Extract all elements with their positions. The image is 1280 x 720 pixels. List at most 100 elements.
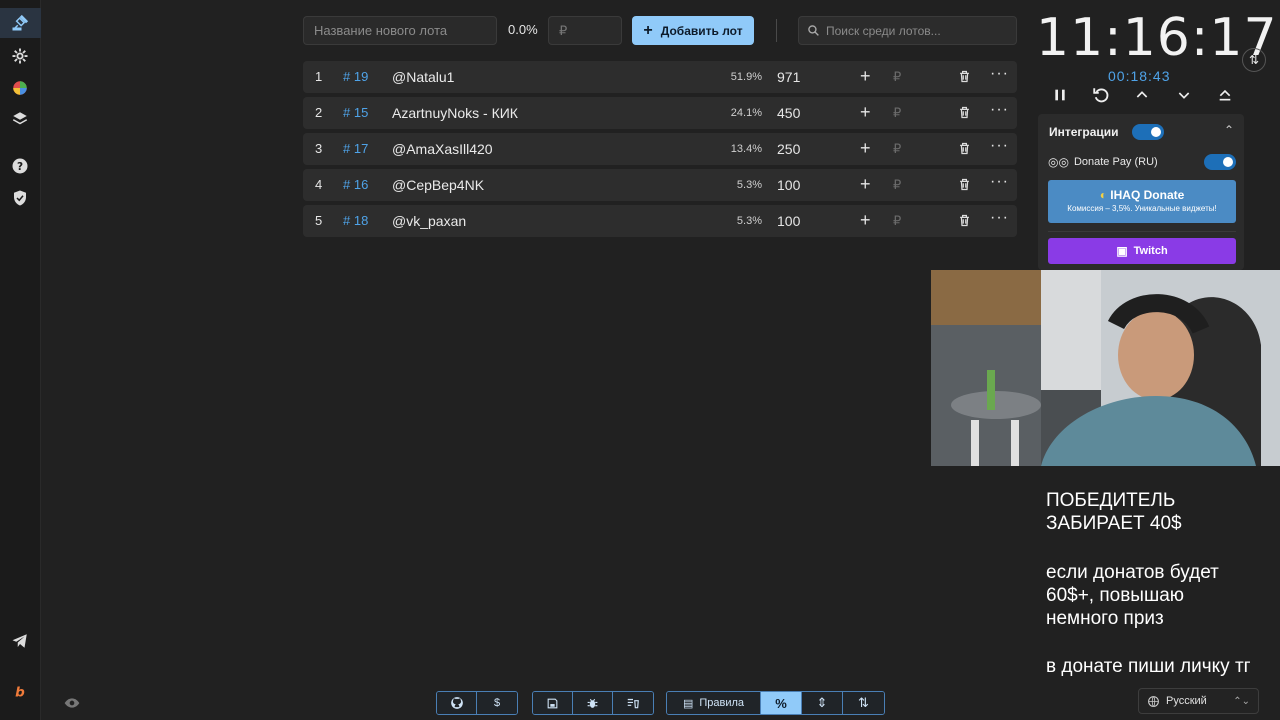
lot-amount: 971 [777,69,801,85]
delete-trash-icon[interactable] [957,141,972,159]
lot-search-input[interactable]: Поиск среди лотов... [798,16,1017,45]
lot-name[interactable]: @CepBep4NK [392,177,484,193]
chevron-up-icon[interactable] [1131,84,1153,106]
language-select[interactable]: Русский ⌃⌄ [1138,688,1259,714]
sort-icon[interactable]: ⇅ [843,692,884,714]
lot-id: # 18 [343,213,369,228]
lot-row: 4 # 16 @CepBep4NK 5.3% 100 + ₽ ··· [303,169,1017,201]
add-amount-plus-icon[interactable]: + [860,67,871,85]
lot-index: 1 [315,69,323,84]
add-amount-plus-icon[interactable]: + [860,175,871,193]
new-lot-percent: 0.0% [508,22,538,37]
pause-icon[interactable] [1049,84,1071,106]
twitch-button[interactable]: ▣ Twitch [1048,238,1236,264]
compact-view-icon[interactable]: ⇕ [802,692,843,714]
view-button-group: ▤ Правила % ⇕ ⇅ [666,691,885,715]
add-lot-button[interactable]: + Добавить лот [632,16,754,45]
overlay-line-4: 60$+, повышаю [1046,585,1185,606]
rules-button[interactable]: ▤ Правила [667,692,761,714]
lot-currency[interactable]: ₽ [893,177,901,193]
plus-icon: + [643,21,653,39]
globe-icon [1148,695,1159,707]
more-options-icon[interactable]: ··· [990,209,1009,227]
delete-trash-icon[interactable] [957,177,972,195]
ihaq-donate-button[interactable]: ◐ IHAQ Donate Комиссия – 3,5%. Уникальны… [1048,180,1236,223]
integrations-title: Интеграции [1049,125,1119,139]
lot-name[interactable]: @Natalu1 [392,69,454,85]
auction-hammer-icon[interactable] [10,13,30,33]
swap-timer-icon[interactable]: ⇅ [1242,48,1266,72]
brand-logo-icon[interactable]: b [10,682,30,702]
rules-label: Правила [699,697,745,709]
lot-id: # 19 [343,69,369,84]
layers-icon[interactable] [10,109,30,129]
lot-percent: 5.3% [736,179,762,191]
lot-index: 3 [315,141,323,156]
add-amount-plus-icon[interactable]: + [860,103,871,121]
telegram-icon[interactable] [10,631,30,651]
stats-pie-icon[interactable] [10,78,30,98]
lot-row: 1 # 19 @Natalu1 51.9% 971 + ₽ ··· [303,61,1017,93]
lot-currency[interactable]: ₽ [893,105,901,121]
more-options-icon[interactable]: ··· [990,65,1009,83]
percent-toggle-icon[interactable]: % [761,692,802,714]
lot-currency[interactable]: ₽ [893,213,901,229]
new-lot-name-input[interactable] [303,16,497,45]
donate-pay-logo-icon: ◎◎ [1048,155,1069,169]
lot-currency[interactable]: ₽ [893,141,901,157]
lot-name[interactable]: AzartnuyNoks - КИК [392,105,518,121]
help-question-icon[interactable]: ? [10,156,30,176]
twitch-icon: ▣ [1116,244,1128,258]
overlay-line-3: если донатов будет [1046,562,1219,583]
more-options-icon[interactable]: ··· [990,137,1009,155]
twitch-label: Twitch [1133,245,1168,257]
bug-icon[interactable] [573,692,613,714]
donate-dollar-icon[interactable]: $ [477,692,517,714]
github-icon[interactable] [437,692,477,714]
lot-amount: 450 [777,105,801,121]
delete-trash-icon[interactable] [957,213,972,231]
lot-percent: 51.9% [730,71,762,83]
links-button-group: $ [436,691,518,715]
sidebar: ? b [0,0,41,720]
new-lot-amount-input[interactable] [548,16,622,45]
ihaq-subtitle: Комиссия – 3,5%. Уникальные виджеты! [1067,204,1217,213]
lots-list: 1 # 19 @Natalu1 51.9% 971 + ₽ ··· 2 # 15… [303,61,1017,241]
visibility-eye-icon[interactable] [64,695,82,713]
more-options-icon[interactable]: ··· [990,173,1009,191]
donate-pay-label: Donate Pay (RU) [1073,156,1158,168]
lot-currency[interactable]: ₽ [893,69,901,85]
ihaq-title-row: ◐ IHAQ Donate [1048,188,1236,202]
delete-trash-icon[interactable] [957,69,972,87]
chevron-down-icon[interactable] [1173,84,1195,106]
lot-id: # 15 [343,105,369,120]
overlay-line-6: в донате пиши личку тг [1046,656,1251,677]
save-icon[interactable] [533,692,573,714]
more-options-icon[interactable]: ··· [990,101,1009,119]
donate-pay-toggle[interactable] [1204,154,1236,170]
shield-check-icon[interactable] [10,188,30,208]
add-amount-plus-icon[interactable]: + [860,139,871,157]
search-icon [808,25,819,36]
delete-trash-icon[interactable] [957,105,972,123]
toolbar-divider [776,19,777,42]
double-up-icon[interactable] [1214,84,1236,106]
add-amount-plus-icon[interactable]: + [860,211,871,229]
lot-name[interactable]: @vk_paxan [392,213,466,229]
reset-icon[interactable] [1090,84,1112,106]
lot-index: 2 [315,105,323,120]
collapse-chevron-icon[interactable]: ⌃ [1224,123,1234,137]
search-placeholder: Поиск среди лотов... [826,23,941,38]
integrations-toggle[interactable] [1132,124,1164,140]
clear-list-icon[interactable] [613,692,653,714]
lot-index: 4 [315,177,323,192]
lot-name[interactable]: @AmaXasIll420 [392,141,493,157]
webcam-image [931,270,1280,466]
panel-divider [1048,231,1236,232]
donate-pay-row: ◎◎ Donate Pay (RU) [1048,155,1158,169]
overlay-line-2: ЗАБИРАЕТ 40$ [1046,513,1182,534]
integrations-panel: Интеграции ⌃ ◎◎ Donate Pay (RU) ◐ IHAQ D… [1038,114,1244,270]
svg-text:b: b [15,685,25,701]
settings-gear-icon[interactable] [10,46,30,66]
select-caret-icon: ⌃⌄ [1233,695,1250,707]
